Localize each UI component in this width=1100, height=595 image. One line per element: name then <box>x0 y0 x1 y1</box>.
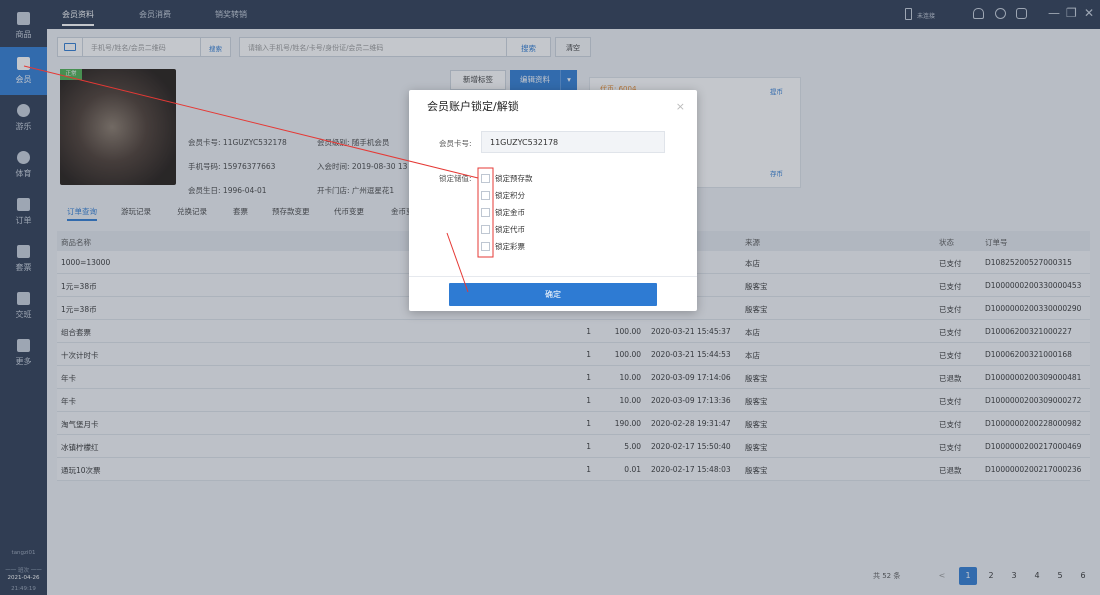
lock-gold-coins-checkbox[interactable]: 锁定金币 <box>481 205 525 219</box>
checkbox-label: 锁定彩票 <box>495 241 525 251</box>
checkbox-label: 锁定积分 <box>495 190 525 200</box>
checkbox[interactable] <box>481 224 490 234</box>
close-icon[interactable]: × <box>676 100 685 113</box>
lock-points-checkbox[interactable]: 锁定积分 <box>481 188 525 202</box>
lock-tokens-checkbox[interactable]: 锁定代币 <box>481 222 525 236</box>
checkbox[interactable] <box>481 190 490 200</box>
dialog-title: 会员账户锁定/解锁 <box>427 100 519 113</box>
confirm-button[interactable]: 确定 <box>449 283 657 306</box>
checkbox-label: 锁定金币 <box>495 207 525 217</box>
checkbox-label: 锁定预存款 <box>495 173 533 183</box>
lock-lottery-checkbox[interactable]: 锁定彩票 <box>481 239 525 253</box>
dialog-divider <box>409 276 697 277</box>
card-number-label: 会员卡号: <box>439 139 472 148</box>
checkbox[interactable] <box>481 241 490 251</box>
lock-account-dialog: 会员账户锁定/解锁 × 会员卡号: 11GUZYC532178 锁定储值: 锁定… <box>409 90 697 311</box>
checkbox[interactable] <box>481 173 490 183</box>
lock-deposit-checkbox[interactable]: 锁定预存款 <box>481 171 533 185</box>
checkbox[interactable] <box>481 207 490 217</box>
card-number-field[interactable]: 11GUZYC532178 <box>481 131 665 153</box>
lock-label: 锁定储值: <box>439 174 472 183</box>
checkbox-label: 锁定代币 <box>495 224 525 234</box>
